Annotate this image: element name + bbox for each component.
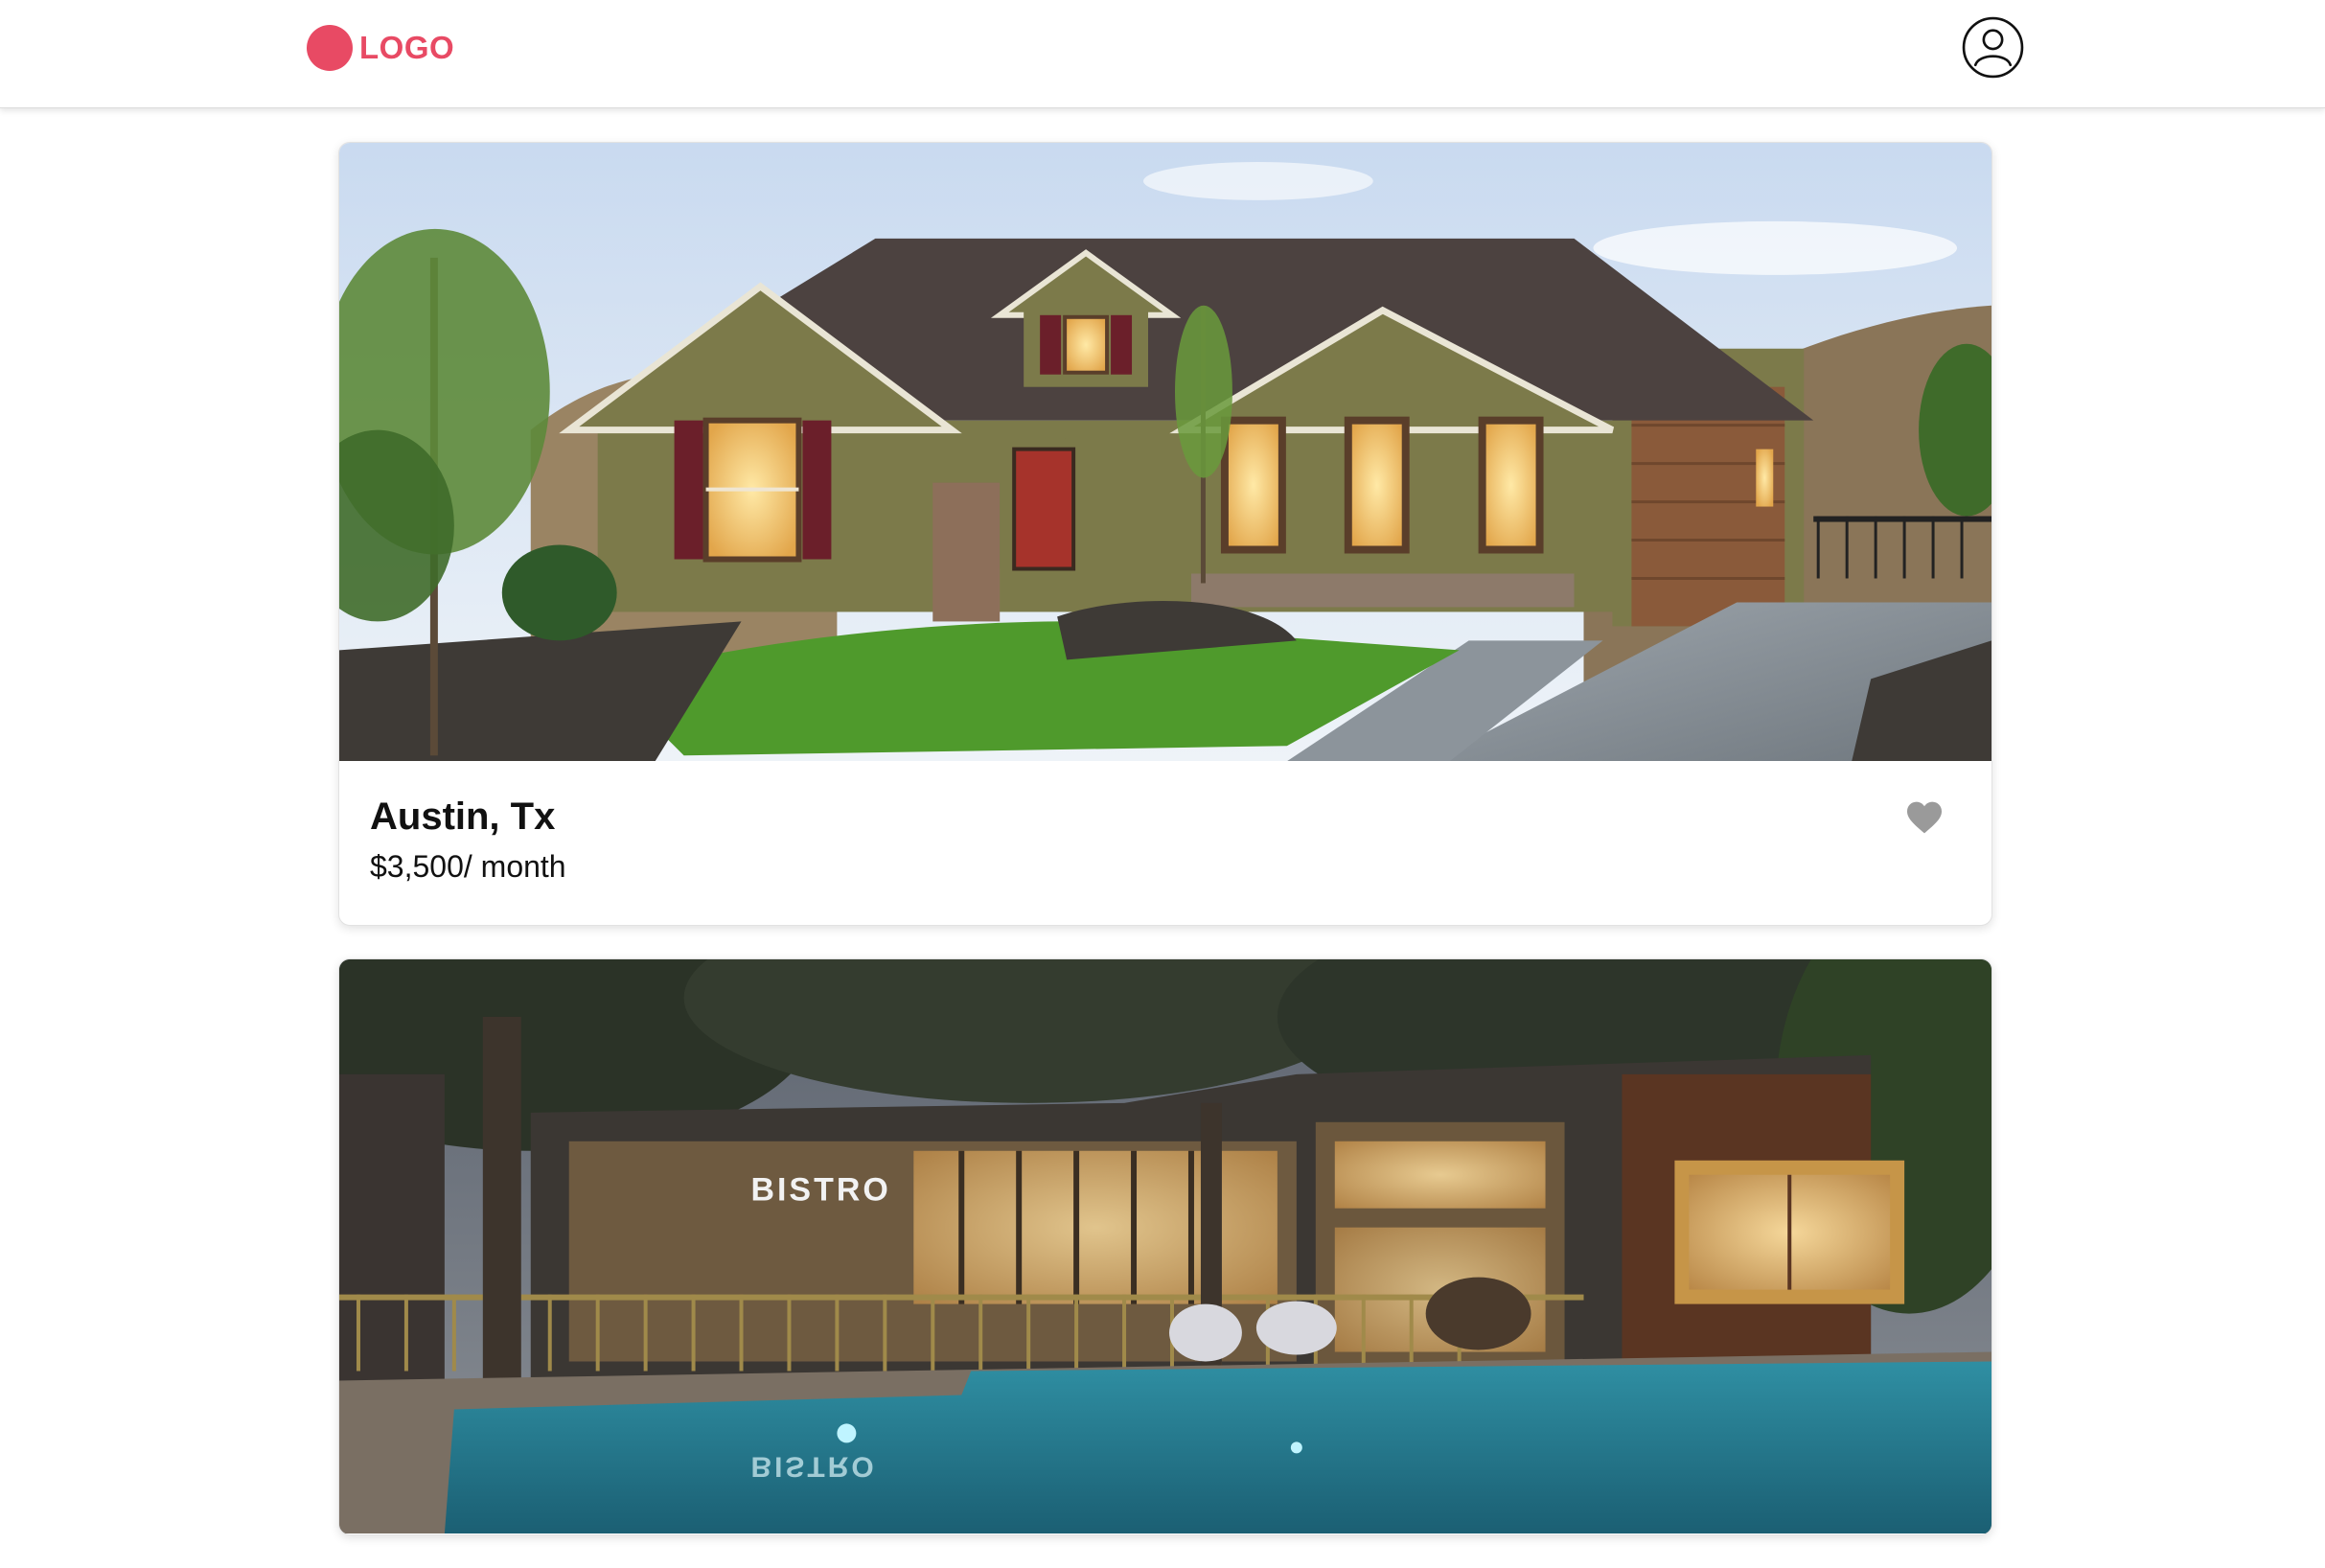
heart-icon xyxy=(1907,801,1942,834)
logo[interactable]: LOGO xyxy=(307,25,454,71)
listing-photo-house[interactable] xyxy=(339,143,1991,762)
user-circle-icon xyxy=(1962,16,2024,79)
listing-city: Austin, Tx xyxy=(370,796,556,838)
listing-price: $3,500/ month xyxy=(370,849,566,884)
favorite-button[interactable] xyxy=(1905,800,1944,835)
svg-text:BISTRO: BISTRO xyxy=(751,1172,891,1209)
logo-icon xyxy=(307,25,353,71)
profile-button[interactable] xyxy=(1962,16,2024,79)
listing-photo-pool-house[interactable]: BISTRO BISTRO xyxy=(339,959,1991,1534)
listing-feed: Austin, Tx $3,500/ month BISTRO BISTRO xyxy=(338,142,1992,1568)
logo-text: LOGO xyxy=(359,30,455,65)
listing-card[interactable]: Austin, Tx $3,500/ month xyxy=(338,142,1992,926)
top-nav-bar: LOGO xyxy=(0,0,2325,108)
pool-house-photo: BISTRO BISTRO xyxy=(339,959,1991,1534)
svg-text:BISTRO: BISTRO xyxy=(751,1450,877,1482)
house-exterior-photo xyxy=(339,143,1991,762)
listing-info: Austin, Tx $3,500/ month xyxy=(339,762,1991,925)
listing-card[interactable]: BISTRO BISTRO xyxy=(338,958,1992,1535)
